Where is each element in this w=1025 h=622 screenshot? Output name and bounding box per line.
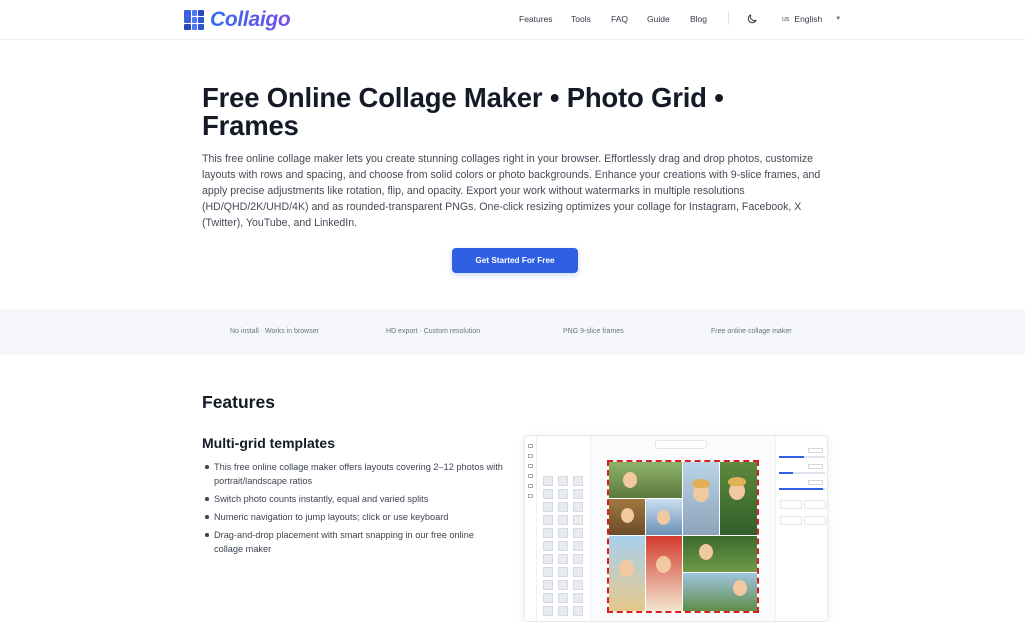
nav-divider — [728, 12, 729, 25]
highlight-png-frames: PNG 9-slice frames — [563, 328, 624, 335]
page-title: Free Online Collage Maker • Photo Grid •… — [202, 82, 724, 141]
preview-layout-thumb — [543, 502, 553, 512]
nav-tools[interactable]: Tools — [571, 14, 591, 24]
preview-layout-thumb — [558, 567, 568, 577]
list-item: Numeric navigation to jump layouts; clic… — [203, 510, 503, 524]
logo-grid-icon — [184, 10, 204, 30]
highlights-strip: No install · Works in browser HD export … — [0, 309, 1025, 355]
preview-slider — [779, 456, 825, 458]
preview-layout-thumb — [573, 554, 583, 564]
preview-value-box — [808, 448, 823, 453]
preview-layout-thumb — [573, 541, 583, 551]
logo-text: Collaigo — [210, 8, 291, 31]
preview-control-button — [780, 500, 802, 509]
preview-control-button — [780, 516, 802, 525]
preview-tool-rail — [525, 436, 537, 621]
preview-layout-thumb — [573, 567, 583, 577]
feature-bullet-list: This free online collage maker offers la… — [203, 460, 503, 560]
preview-layout-thumb — [558, 515, 568, 525]
preview-layout-thumb — [573, 528, 583, 538]
preview-layout-thumb — [573, 606, 583, 616]
list-item: This free online collage maker offers la… — [203, 460, 503, 488]
preview-value-box — [808, 480, 823, 485]
nav-blog[interactable]: Blog — [690, 14, 707, 24]
preview-layout-thumb — [543, 567, 553, 577]
flag-label: us — [782, 15, 790, 23]
brand-logo[interactable]: Collaigo — [184, 8, 291, 32]
preview-settings-panel — [775, 436, 827, 621]
preview-value-box — [808, 464, 823, 469]
highlight-free-maker: Free online collage maker — [711, 328, 792, 335]
site-header: Collaigo Features Tools FAQ Guide Blog u… — [0, 0, 1025, 40]
app-preview-image — [524, 435, 828, 622]
preview-layout-thumb — [543, 541, 553, 551]
nav-guide[interactable]: Guide — [647, 14, 670, 24]
preview-layout-thumb — [558, 528, 568, 538]
preview-control-button — [804, 500, 826, 509]
preview-layout-thumb — [558, 554, 568, 564]
nav-features[interactable]: Features — [519, 14, 553, 24]
preview-layout-thumb — [573, 476, 583, 486]
get-started-button[interactable]: Get Started For Free — [452, 248, 578, 273]
preview-canvas-toolbar — [655, 440, 707, 449]
preview-slider — [779, 472, 825, 474]
list-item: Switch photo counts instantly, equal and… — [203, 492, 503, 506]
preview-layout-thumb — [543, 554, 553, 564]
features-heading: Features — [202, 392, 275, 412]
preview-layout-thumb — [543, 580, 553, 590]
preview-layout-thumb — [573, 489, 583, 499]
preview-layout-thumb — [573, 515, 583, 525]
preview-slider — [779, 488, 825, 490]
preview-layout-thumb — [543, 606, 553, 616]
highlight-no-install: No install · Works in browser — [230, 328, 319, 335]
preview-layout-thumb — [558, 593, 568, 603]
preview-layout-thumb — [573, 580, 583, 590]
chevron-down-icon: ▼ — [835, 16, 842, 22]
preview-control-button — [804, 516, 826, 525]
preview-layout-thumb — [558, 580, 568, 590]
preview-layout-thumb — [543, 515, 553, 525]
hero-description: This free online collage maker lets you … — [202, 153, 821, 229]
multi-grid-heading: Multi-grid templates — [202, 435, 336, 451]
preview-layout-thumb — [543, 476, 553, 486]
preview-layout-thumb — [558, 476, 568, 486]
preview-layout-thumb — [558, 489, 568, 499]
preview-layout-thumb — [573, 502, 583, 512]
moon-icon[interactable] — [746, 13, 758, 25]
language-label: English — [794, 14, 823, 24]
highlight-hd-export: HD export · Custom resolution — [386, 328, 481, 335]
preview-layout-thumb — [558, 502, 568, 512]
preview-layout-thumb — [558, 606, 568, 616]
preview-layout-thumb — [543, 528, 553, 538]
preview-layout-thumb — [543, 593, 553, 603]
language-selector[interactable]: us English ▼ — [782, 14, 841, 24]
preview-collage — [607, 460, 759, 613]
list-item: Drag-and-drop placement with smart snapp… — [203, 528, 503, 556]
nav-faq[interactable]: FAQ — [611, 14, 628, 24]
preview-layout-panel — [537, 436, 591, 621]
preview-layout-thumb — [558, 541, 568, 551]
preview-layout-thumb — [543, 489, 553, 499]
preview-layout-thumb — [573, 593, 583, 603]
